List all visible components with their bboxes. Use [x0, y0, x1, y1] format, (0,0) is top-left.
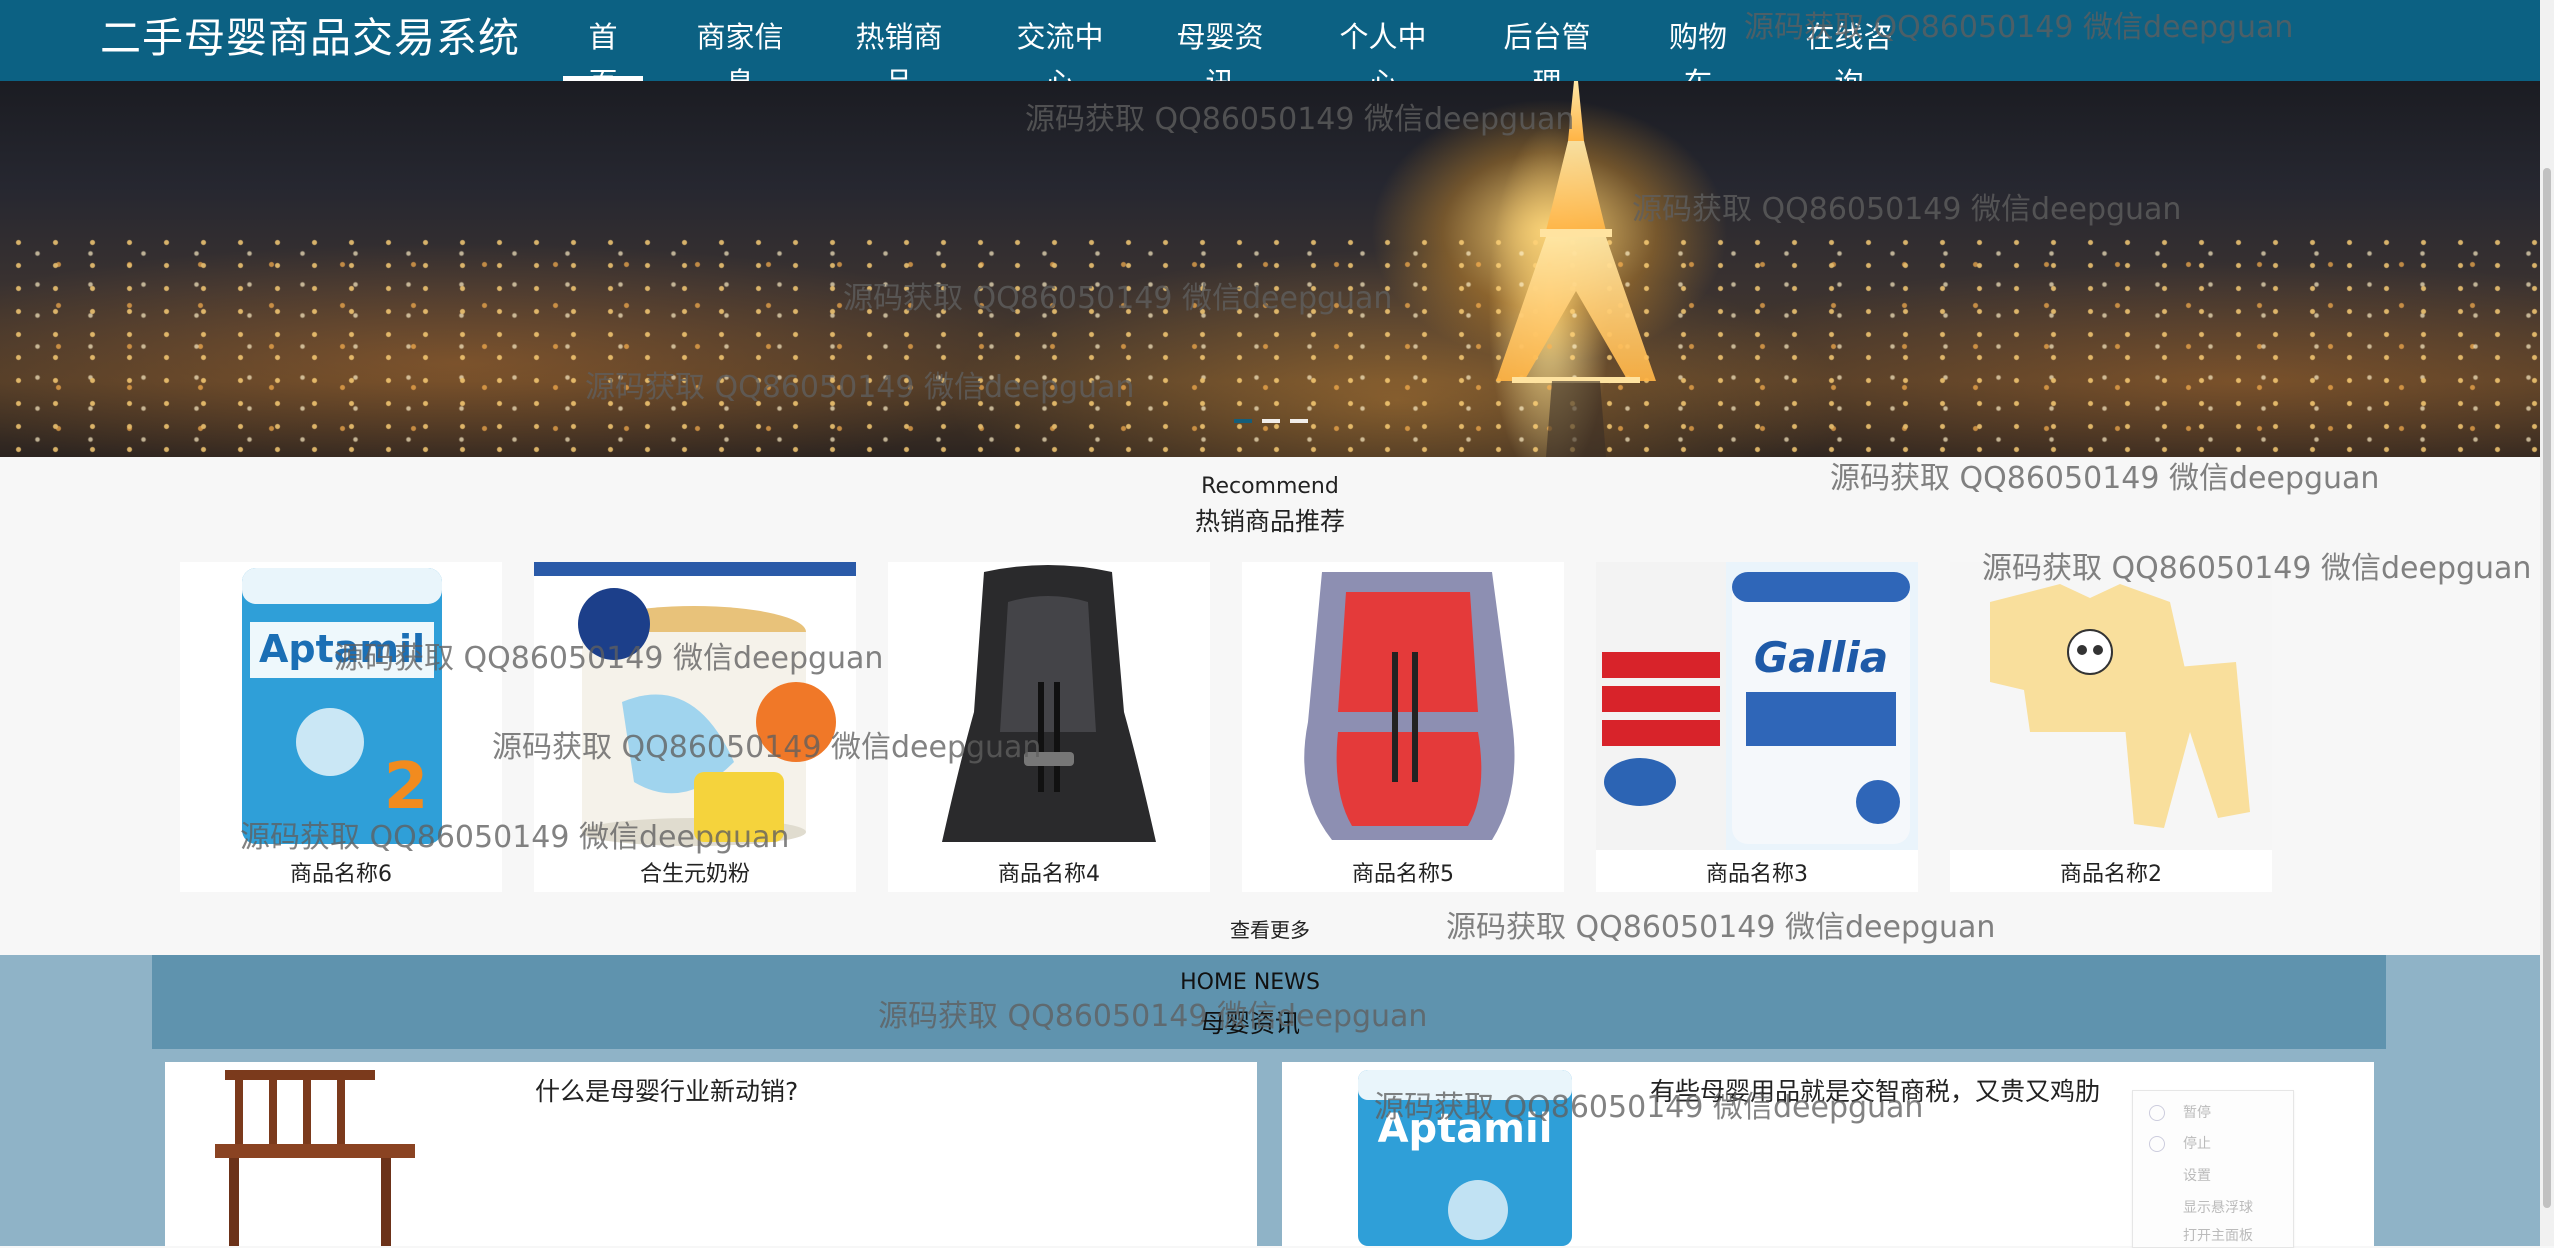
product-name: 商品名称4: [998, 862, 1100, 887]
menu-item-settings[interactable]: 设置: [2183, 1167, 2211, 1185]
nav-personal-center[interactable]: 个人中心: [1327, 14, 1439, 100]
carousel-dot-2[interactable]: [1262, 419, 1280, 423]
product-image: [888, 562, 1210, 850]
nav-home[interactable]: 首页: [563, 14, 643, 100]
city-lights-decoration: [0, 231, 2540, 457]
product-card[interactable]: 商品名称2: [1950, 562, 2272, 892]
car-seat-icon: [1242, 562, 1564, 850]
product-image: Aptamil 2: [180, 562, 502, 850]
top-navbar: 二手母婴商品交易系统 首页 商家信息 热销商品 交流中心 母婴资讯 个人中心 后…: [0, 0, 2540, 100]
product-name: 商品名称2: [2060, 862, 2162, 887]
nav-merchant-info[interactable]: 商家信息: [684, 14, 796, 100]
stop-icon: [2149, 1136, 2165, 1152]
high-chair-icon: [215, 1070, 415, 1246]
baby-clothes-icon: [1950, 562, 2272, 850]
svg-text:Gallia: Gallia: [1754, 633, 1888, 682]
watermark: 源码获取 QQ86050149 微信deepguan: [1446, 910, 1996, 945]
news-title[interactable]: 有些母婴用品就是交智商税，又贵又鸡肋: [1650, 1076, 2100, 1108]
milk-powder-can-icon: Aptamil: [1358, 1070, 1572, 1246]
eiffel-tower-icon: [1496, 81, 1656, 457]
product-name: 合生元奶粉: [639, 862, 750, 887]
scrollbar-thumb[interactable]: [2543, 168, 2551, 1208]
svg-text:Aptamil: Aptamil: [1378, 1106, 1553, 1152]
product-image: [1950, 562, 2272, 850]
product-image: [1242, 562, 1564, 850]
news-title-en: HOME NEWS: [1180, 970, 1320, 995]
svg-text:Aptamil: Aptamil: [259, 627, 425, 671]
product-card[interactable]: 商品名称5: [1242, 562, 1564, 892]
milk-powder-can-icon: Gallia: [1596, 562, 1918, 850]
news-title-cn: 母婴资讯: [1199, 1009, 1300, 1038]
floating-ball-menu: 暂停 停止 设置 显示悬浮球 打开主面板: [2132, 1090, 2294, 1248]
menu-item-show-ball[interactable]: 显示悬浮球: [2183, 1199, 2253, 1217]
product-image: Gallia: [1596, 562, 1918, 850]
milk-powder-can-icon: [534, 562, 856, 850]
svg-text:2: 2: [384, 750, 429, 824]
product-name: 商品名称5: [1352, 862, 1454, 887]
view-more-link[interactable]: 查看更多: [1230, 914, 1310, 943]
recommend-title-en: Recommend: [1201, 474, 1339, 499]
product-card[interactable]: Aptamil 2 商品名称6: [180, 562, 502, 892]
pause-icon: [2149, 1105, 2165, 1121]
product-image: [534, 562, 856, 850]
recommend-title-cn: 热销商品推荐: [1194, 507, 1345, 536]
menu-item-stop[interactable]: 停止: [2183, 1135, 2211, 1153]
milk-powder-can-icon: Aptamil 2: [180, 562, 502, 850]
site-title[interactable]: 二手母婴商品交易系统: [100, 12, 520, 64]
news-title[interactable]: 什么是母婴行业新动销?: [535, 1076, 798, 1108]
nav-forum[interactable]: 交流中心: [1004, 14, 1116, 100]
nav-online-consult[interactable]: 在线咨询: [1793, 14, 1905, 100]
product-card[interactable]: 合生元奶粉: [534, 562, 856, 892]
nav-baby-news[interactable]: 母婴资讯: [1164, 14, 1276, 100]
carousel-dot-3[interactable]: [1290, 419, 1308, 423]
product-card[interactable]: Gallia 商品名称3: [1596, 562, 1918, 892]
nav-hot-products[interactable]: 热销商品: [843, 14, 955, 100]
product-name: 商品名称6: [290, 862, 392, 887]
news-card[interactable]: 什么是母婴行业新动销?: [165, 1062, 1257, 1246]
menu-item-pause[interactable]: 暂停: [2183, 1104, 2211, 1122]
nav-cart[interactable]: 购物车: [1656, 14, 1740, 100]
car-seat-icon: [888, 562, 1210, 850]
menu-item-open-panel[interactable]: 打开主面板: [2183, 1227, 2253, 1245]
carousel-indicators: [1234, 419, 1308, 423]
product-card[interactable]: 商品名称4: [888, 562, 1210, 892]
nav-admin[interactable]: 后台管理: [1491, 14, 1603, 100]
product-name: 商品名称3: [1706, 862, 1808, 887]
carousel-dot-1[interactable]: [1234, 419, 1252, 423]
hero-carousel[interactable]: [0, 81, 2540, 457]
